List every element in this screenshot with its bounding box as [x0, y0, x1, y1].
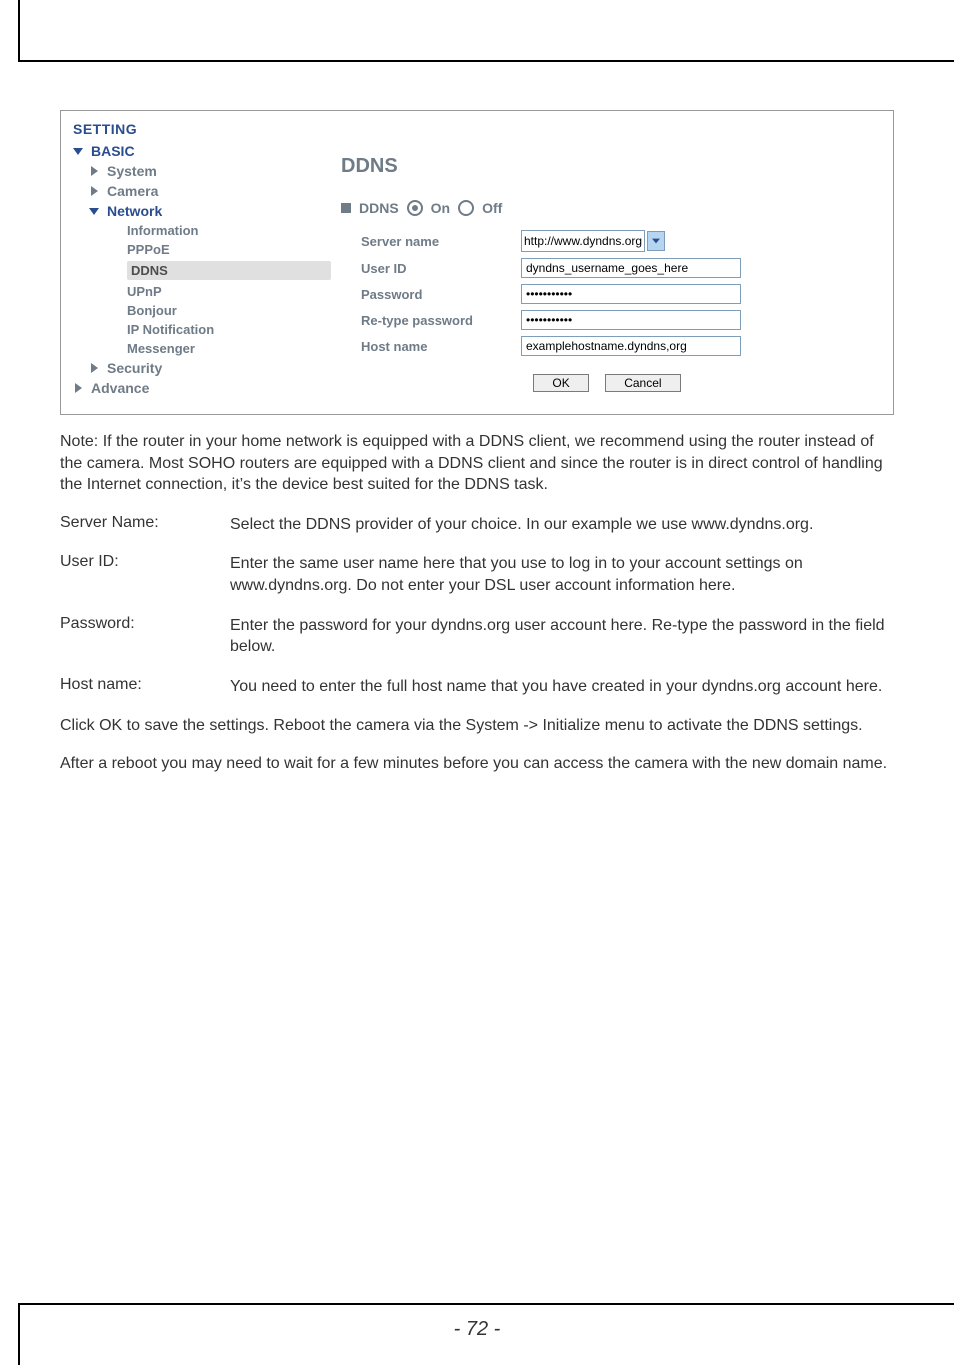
server-name-value: http://www.dyndns.org — [524, 234, 642, 248]
sidebar-heading: SETTING — [73, 121, 331, 137]
chevron-right-icon — [87, 186, 101, 196]
sidebar-item-label: System — [107, 163, 157, 179]
sidebar: SETTING BASIC System Camera Network — [61, 111, 331, 414]
dropdown-button[interactable] — [647, 231, 665, 251]
crop-mark-top — [18, 0, 954, 62]
ddns-toggle-row: DDNS On Off — [341, 200, 873, 216]
note-paragraph: Note: If the router in your home network… — [60, 431, 894, 496]
page-title: DDNS — [341, 155, 873, 178]
host-name-input[interactable] — [521, 336, 741, 356]
sidebar-sub-information[interactable]: Information — [127, 223, 331, 238]
def-key-password: Password: — [60, 615, 230, 658]
sidebar-item-security[interactable]: Security — [87, 360, 331, 376]
chevron-right-icon — [87, 166, 101, 176]
radio-on-label: On — [431, 200, 450, 216]
settings-panel: SETTING BASIC System Camera Network — [60, 110, 894, 415]
user-id-input[interactable] — [521, 258, 741, 278]
cancel-button[interactable]: Cancel — [605, 374, 680, 392]
password-input[interactable] — [521, 284, 741, 304]
retype-password-input[interactable] — [521, 310, 741, 330]
sidebar-item-label: Network — [107, 203, 162, 219]
label-host-name: Host name — [341, 339, 521, 354]
def-key-user-id: User ID: — [60, 553, 230, 596]
server-name-select[interactable]: http://www.dyndns.org — [521, 230, 645, 252]
label-password: Password — [341, 287, 521, 302]
sidebar-sub-ddns[interactable]: DDNS — [127, 261, 331, 280]
legend-label: DDNS — [359, 200, 399, 216]
radio-off[interactable] — [458, 200, 474, 216]
square-icon — [341, 203, 351, 213]
paragraph-save: Click OK to save the settings. Reboot th… — [60, 715, 894, 737]
label-server-name: Server name — [341, 234, 521, 249]
ok-button[interactable]: OK — [533, 374, 588, 392]
sidebar-label-basic: BASIC — [91, 143, 135, 159]
sidebar-sub-upnp[interactable]: UPnP — [127, 284, 331, 299]
def-val-server-name: Select the DDNS provider of your choice.… — [230, 514, 894, 536]
page-number: - 72 - — [0, 1318, 954, 1341]
main-panel: DDNS DDNS On Off Server name http://www.… — [331, 111, 893, 414]
sidebar-sub-bonjour[interactable]: Bonjour — [127, 303, 331, 318]
chevron-down-icon — [71, 148, 85, 155]
chevron-right-icon — [87, 363, 101, 373]
radio-off-label: Off — [482, 200, 502, 216]
def-val-user-id: Enter the same user name here that you u… — [230, 553, 894, 596]
def-val-host-name: You need to enter the full host name tha… — [230, 676, 894, 698]
label-user-id: User ID — [341, 261, 521, 276]
sidebar-item-camera[interactable]: Camera — [87, 183, 331, 199]
sidebar-sub-ipnotification[interactable]: IP Notification — [127, 322, 331, 337]
sidebar-sub-pppoe[interactable]: PPPoE — [127, 242, 331, 257]
sidebar-item-network[interactable]: Network — [87, 203, 331, 219]
sidebar-group-basic[interactable]: BASIC — [71, 143, 331, 159]
sidebar-sub-messenger[interactable]: Messenger — [127, 341, 331, 356]
paragraph-reboot: After a reboot you may need to wait for … — [60, 753, 894, 775]
sidebar-item-label: Advance — [91, 380, 149, 396]
sidebar-item-advance[interactable]: Advance — [71, 380, 331, 396]
def-key-server-name: Server Name: — [60, 514, 230, 536]
sidebar-item-label: Security — [107, 360, 162, 376]
label-retype-password: Re-type password — [341, 313, 521, 328]
sidebar-item-system[interactable]: System — [87, 163, 331, 179]
def-key-host-name: Host name: — [60, 676, 230, 698]
chevron-right-icon — [71, 383, 85, 393]
chevron-down-icon — [652, 237, 660, 245]
radio-on[interactable] — [407, 200, 423, 216]
def-val-password: Enter the password for your dyndns.org u… — [230, 615, 894, 658]
sidebar-item-label: Camera — [107, 183, 158, 199]
definitions: Server Name: Select the DDNS provider of… — [60, 514, 894, 698]
chevron-down-icon — [87, 208, 101, 215]
